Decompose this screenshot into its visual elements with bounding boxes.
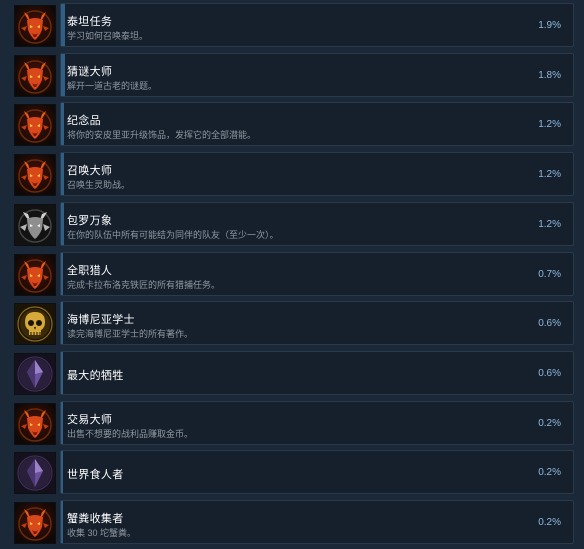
achievement-description: 召唤生灵助战。 (67, 180, 131, 191)
unlock-rate-bar (61, 501, 63, 543)
achievement-row[interactable]: 最大的牺牲 0.6% (0, 349, 584, 399)
unlock-rate-bar (61, 4, 65, 46)
achievement-panel: 纪念品将你的安皮里亚升级饰品，发挥它的全部潜能。 1.2% (60, 102, 574, 147)
achievement-panel: 海博尼亚学士读完海博尼亚学士的所有著作。 0.6% (60, 301, 574, 346)
demon-horned-icon (14, 402, 56, 445)
achievement-title: 海博尼亚学士 (67, 314, 135, 327)
achievement-row[interactable]: 世界食人者 0.2% (0, 448, 584, 498)
demon-horned-icon (14, 253, 56, 296)
achievement-row[interactable]: 猜谜大师解开一道古老的谜题。 1.8% (0, 51, 584, 101)
achievement-title: 交易大师 (67, 413, 113, 426)
purple-crystal-icon (14, 352, 56, 395)
demon-horned-icon (14, 104, 56, 147)
unlock-percentage: 0.2% (538, 517, 561, 528)
purple-crystal-icon (14, 452, 56, 495)
unlock-percentage: 1.2% (538, 119, 561, 131)
unlock-percentage: 1.2% (538, 169, 561, 181)
demon-horned-icon (14, 154, 56, 197)
achievement-row[interactable]: 全职猎人完成卡拉布洛克铁匠的所有猎捕任务。 0.7% (0, 250, 584, 300)
unlock-rate-bar (61, 153, 64, 196)
achievement-panel: 包罗万象在你的队伍中所有可能结为同伴的队友（至少一次）。 1.2% (60, 201, 574, 246)
achievement-description: 将你的安皮里亚升级饰品，发挥它的全部潜能。 (67, 130, 257, 141)
achievement-row[interactable]: 包罗万象在你的队伍中所有可能结为同伴的队友（至少一次）。 1.2% (0, 200, 584, 250)
unlock-rate-bar (61, 401, 63, 444)
achievement-row[interactable]: 蟹粪收集者收集 30 坨蟹粪。 0.2% (0, 498, 584, 548)
achievement-title: 世界食人者 (67, 469, 124, 482)
grey-demon-icon (14, 203, 56, 246)
achievement-title: 全职猎人 (67, 264, 113, 277)
achievement-description: 完成卡拉布洛克铁匠的所有猎捕任务。 (67, 279, 221, 290)
unlock-rate-bar (61, 53, 65, 96)
unlock-percentage: 0.6% (538, 318, 561, 330)
unlock-percentage: 0.2% (538, 467, 561, 479)
achievement-panel: 世界食人者 0.2% (60, 450, 574, 495)
achievement-row[interactable]: 海博尼亚学士读完海博尼亚学士的所有著作。 0.6% (0, 299, 584, 349)
achievement-panel: 泰坦任务学习如何召唤泰坦。 1.9% (60, 3, 574, 47)
achievement-description: 在你的队伍中所有可能结为同伴的队友（至少一次）。 (67, 229, 279, 240)
achievement-description: 读完海博尼亚学士的所有著作。 (67, 329, 194, 340)
golden-skull-icon (14, 303, 56, 346)
unlock-rate-bar (61, 302, 63, 345)
unlock-percentage: 0.6% (538, 367, 561, 379)
achievement-panel: 最大的牺牲 0.6% (60, 350, 574, 395)
achievement-panel: 猜谜大师解开一道古老的谜题。 1.8% (60, 52, 574, 97)
achievement-panel: 交易大师出售不想要的战利品赚取金币。 0.2% (60, 400, 574, 445)
achievement-panel: 蟹粪收集者收集 30 坨蟹粪。 0.2% (60, 500, 574, 544)
achievement-title: 泰坦任务 (67, 16, 113, 28)
achievement-row[interactable]: 纪念品将你的安皮里亚升级饰品，发挥它的全部潜能。 1.2% (0, 100, 584, 150)
achievement-description: 学习如何召唤泰坦。 (67, 31, 149, 41)
unlock-rate-bar (61, 202, 64, 245)
achievement-row[interactable]: 交易大师出售不想要的战利品赚取金币。 0.2% (0, 399, 584, 449)
unlock-percentage: 0.7% (538, 268, 561, 280)
achievement-panel: 召唤大师召唤生灵助战。 1.2% (60, 152, 574, 197)
unlock-rate-bar (61, 103, 64, 146)
achievement-title: 包罗万象 (67, 214, 113, 227)
unlock-percentage: 1.9% (538, 20, 561, 31)
demon-horned-icon (14, 5, 56, 47)
achievement-row[interactable]: 泰坦任务学习如何召唤泰坦。 1.9% (0, 1, 584, 51)
achievement-description: 解开一道古老的谜题。 (67, 80, 158, 91)
unlock-rate-bar (61, 451, 63, 494)
achievement-title: 蟹粪收集者 (67, 513, 124, 525)
unlock-percentage: 0.2% (538, 417, 561, 429)
unlock-percentage: 1.2% (538, 218, 561, 230)
achievement-description: 出售不想要的战利品赚取金币。 (67, 428, 194, 439)
unlock-percentage: 1.8% (538, 69, 561, 81)
achievement-description: 收集 30 坨蟹粪。 (67, 528, 137, 538)
demon-horned-icon (14, 502, 56, 544)
achievement-list: 泰坦任务 学习如何召唤泰坦。 1.9% 猜谜大师 解开一道古老的谜题。 1.8% 纪 (0, 0, 584, 549)
achievement-title: 猜谜大师 (67, 65, 113, 78)
demon-horned-icon (14, 54, 56, 97)
achievement-panel: 全职猎人完成卡拉布洛克铁匠的所有猎捕任务。 0.7% (60, 251, 574, 296)
unlock-rate-bar (61, 252, 63, 295)
achievement-title: 召唤大师 (67, 165, 113, 178)
unlock-rate-bar (61, 351, 63, 394)
achievement-title: 纪念品 (67, 115, 101, 128)
achievement-title: 最大的牺牲 (67, 369, 124, 382)
achievement-row[interactable]: 召唤大师召唤生灵助战。 1.2% (0, 150, 584, 200)
